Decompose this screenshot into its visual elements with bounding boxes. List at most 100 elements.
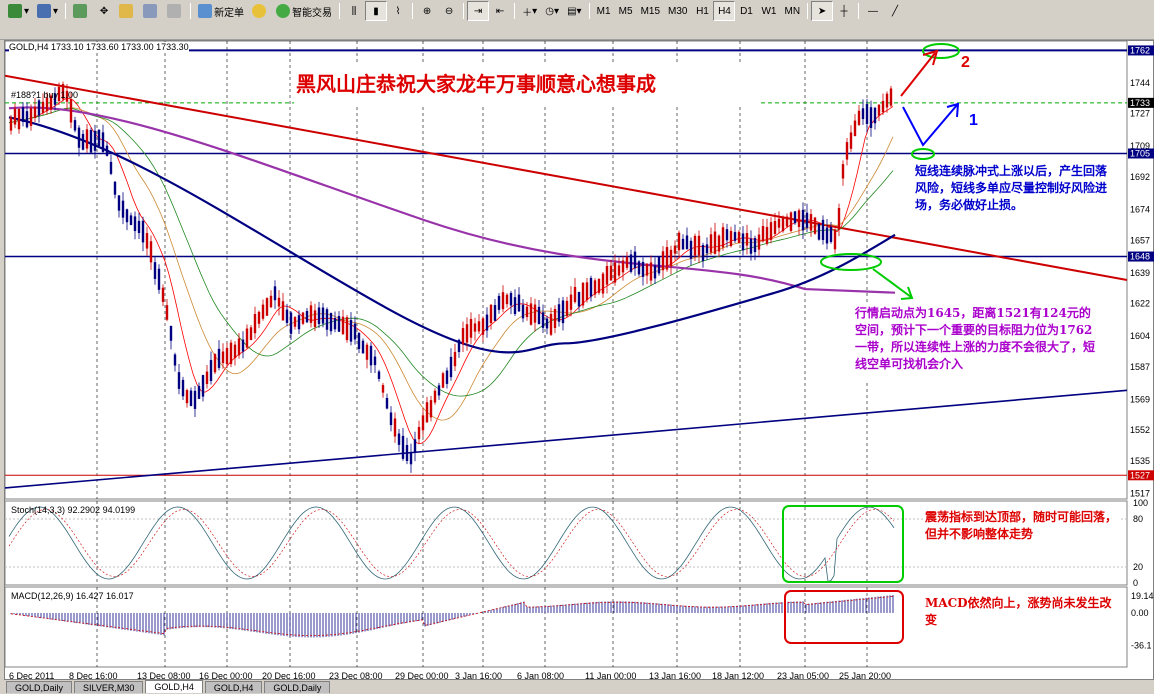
candle-body [589,277,593,297]
candle-body [237,338,241,356]
bar-chart-button[interactable]: ⫼ [343,1,365,21]
candle-body [793,211,797,224]
tf-m1[interactable]: M1 [593,1,615,21]
price-axis-label: 1692 [1130,172,1150,182]
candle-body [377,371,381,379]
candle-body [449,356,453,378]
candle-body [213,354,217,373]
periods-button[interactable]: ◷ ▾ [541,1,563,21]
candle-body [481,318,485,335]
zoom-in-button[interactable]: ⊕ [416,1,438,21]
tab-gold-h4[interactable]: GOLD,H4 [145,680,203,693]
profiles-button[interactable]: ▾ [33,1,62,21]
bar-chart-icon: ⫼ [351,5,357,17]
indicators-button[interactable]: ＋ ▾ [518,1,541,21]
candle-body [401,435,405,459]
new-chart-button[interactable]: ▾ [4,1,33,21]
meta-editor-icon [252,4,267,18]
candle-body [717,235,721,252]
crosshair-button[interactable]: ┼ [833,1,855,21]
candle-body [365,344,369,360]
tester-icon [167,4,182,18]
candle-body [561,300,565,324]
meta-editor-button[interactable] [248,1,272,21]
candle-body [149,241,153,263]
toolbar-row: ▾ ▾ ✥ 新定单 智能交易 ⫼ ▮ ⌇ ⊕ ⊖ ⇥ ⇤ ＋ ▾ ◷ ▾ ▤ ▾ M1… [4,1,906,21]
candle-body [777,218,781,228]
candle-body [333,318,337,330]
candle-body [661,251,665,271]
candle-body [261,304,265,319]
chart-shift-button[interactable]: ⇤ [489,1,511,21]
candle-body [345,317,349,341]
candle-body [757,234,761,250]
candle-body [73,120,77,131]
terminal-button[interactable] [139,1,163,21]
candle-body [125,209,129,223]
tf-m30[interactable]: M30 [664,1,691,21]
tf-m15[interactable]: M15 [637,1,664,21]
new-order-button[interactable]: 新定单 [194,1,248,21]
tab-silver-m30[interactable]: SILVER,M30 [74,681,144,693]
favorites-button[interactable] [115,1,139,21]
market-watch-button[interactable] [69,1,93,21]
templates-button[interactable]: ▤ ▾ [563,1,585,21]
candle-body [217,348,221,368]
tf-h1[interactable]: H1 [691,1,713,21]
candlestick-icon: ▮ [373,5,379,17]
candle-body [157,268,161,290]
candle-body [281,301,285,321]
tester-button[interactable] [163,1,187,21]
tf-m5[interactable]: M5 [615,1,637,21]
candle-body [597,278,601,293]
candle-body [749,238,753,254]
line-chart-button[interactable]: ⌇ [387,1,409,21]
candle-body [41,101,45,113]
candle-body [789,212,793,231]
candle-body [765,226,769,244]
candlestick-button[interactable]: ▮ [365,1,388,21]
autoscroll-button[interactable]: ⇥ [467,1,490,21]
candle-body [869,107,873,128]
candle-body [485,314,489,331]
price-axis-label: 1727 [1130,109,1150,119]
candle-body [241,339,245,352]
tf-mn[interactable]: MN [780,1,804,21]
tab-gold-h4-2[interactable]: GOLD,H4 [204,681,263,693]
candle-body [109,161,113,174]
candle-body [805,212,809,228]
candle-body [465,324,469,343]
tf-h4[interactable]: H4 [713,1,736,21]
tab-gold-daily[interactable]: GOLD,Daily [6,681,73,693]
candle-body [193,390,197,409]
candle-body [549,313,553,335]
candle-body [437,385,441,396]
candle-body [209,360,213,381]
candle-body [529,303,533,325]
cursor-button[interactable]: ➤ [811,1,834,21]
candle-body [153,262,157,279]
candle-body [813,217,817,234]
candle-body [709,234,713,253]
hline-button[interactable]: — [862,1,884,21]
candle-body [557,304,561,322]
candle-body [585,282,589,301]
candle-body [801,209,805,231]
candle-body [469,318,473,338]
tab-gold-daily-2[interactable]: GOLD,Daily [264,681,331,693]
candle-body [613,262,617,283]
candle-body [753,238,757,253]
crosshair-nav-button[interactable]: ✥ [93,1,115,21]
candle-body [609,265,613,281]
zoom-out-button[interactable]: ⊖ [438,1,460,21]
chart-window[interactable]: 6 Dec 2011 8 Dec 16:00 13 Dec 08:00 16 Dec … [4,40,1154,681]
chart-tabs: GOLD,Daily SILVER,M30 GOLD,H4 GOLD,H4 GO… [0,680,1154,693]
trendline-button[interactable]: ╱ [884,1,906,21]
expert-trading-button[interactable]: 智能交易 [272,1,336,21]
tf-d1[interactable]: D1 [735,1,757,21]
candle-body [97,129,101,146]
candle-body [357,332,361,350]
candle-body [825,227,829,244]
tf-w1[interactable]: W1 [757,1,780,21]
candle-body [685,235,689,250]
